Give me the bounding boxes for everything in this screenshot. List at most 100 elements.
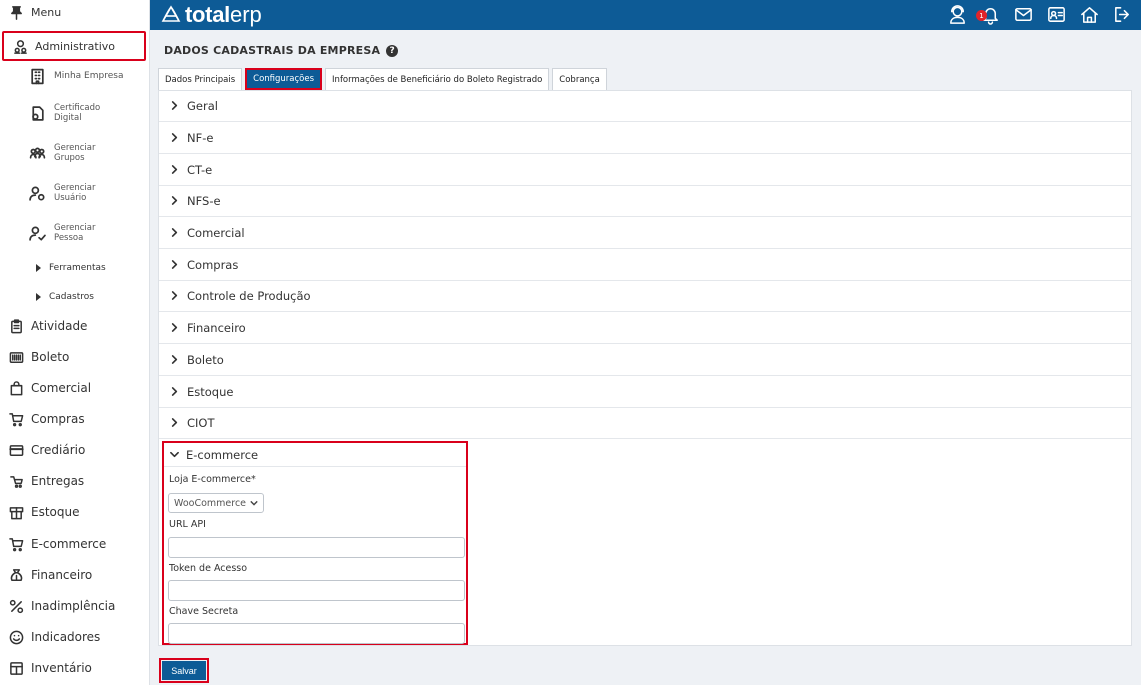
sidebar-sub-grupos[interactable]: Gerenciar Grupos [0, 141, 150, 165]
section-label: NF-e [187, 131, 214, 145]
sidebar-item-label: Financeiro [31, 568, 93, 582]
chevron-right-icon [170, 226, 179, 240]
sidebar-tree-cadastros[interactable]: Cadastros [0, 288, 150, 306]
token-acesso-label: Token de Acesso [169, 563, 248, 574]
sidebar-item-label: Inadimplência [31, 599, 116, 613]
group-icon [28, 144, 46, 162]
section-ecommerce-expanded: E-commerce Loja E-commerce* WooCommerce … [162, 441, 468, 645]
chevron-right-icon [170, 163, 179, 177]
chevron-right-icon [170, 194, 179, 208]
sidebar-sub-label: Minha Empresa [54, 71, 124, 81]
sidebar-item-estoque[interactable]: Estoque [0, 502, 150, 522]
logo-symbol-icon [161, 5, 181, 22]
chevron-right-icon [170, 385, 179, 399]
sidebar-item-label: Atividade [31, 319, 88, 333]
main-content: DADOS CADASTRAIS DA EMPRESA ? Dados Prin… [150, 30, 1141, 685]
help-icon[interactable]: ? [386, 44, 399, 57]
sidebar-item-inventario[interactable]: Inventário [0, 658, 150, 678]
pin-icon [8, 4, 24, 20]
tab-cobranca[interactable]: Cobrança [552, 68, 607, 90]
notification-badge: 1 [976, 10, 987, 21]
section-nfse[interactable]: NFS-e [159, 186, 1131, 217]
section-label: Compras [187, 258, 239, 272]
sidebar-sub-pessoa[interactable]: Gerenciar Pessoa [0, 221, 150, 245]
config-panel: Geral NF-e CT-e NFS-e Comercial Compras … [158, 90, 1132, 646]
header-actions: 1 [947, 4, 1133, 28]
label-line-2: Usuário [54, 193, 87, 203]
notifications-button[interactable]: 1 [976, 4, 1001, 28]
label-line-1: Gerenciar [54, 223, 96, 233]
page-title: DADOS CADASTRAIS DA EMPRESA ? [164, 44, 399, 57]
section-estoque[interactable]: Estoque [159, 377, 1131, 408]
section-comercial[interactable]: Comercial [159, 218, 1131, 249]
chevron-right-icon [170, 353, 179, 367]
sidebar-item-indicadores[interactable]: Indicadores [0, 627, 150, 647]
inventory-icon [8, 660, 24, 676]
section-nfe[interactable]: NF-e [159, 123, 1131, 154]
top-header: total erp 1 [150, 0, 1141, 30]
loja-ecommerce-select[interactable]: WooCommerce [168, 493, 264, 513]
section-label: Estoque [187, 385, 234, 399]
sidebar-item-label: Crediário [31, 443, 86, 457]
sidebar-item-label: Administrativo [35, 39, 116, 53]
sidebar-item-ecommerce[interactable]: E-commerce [0, 534, 150, 554]
expand-triangle-icon [36, 264, 41, 272]
section-label: CIOT [187, 416, 215, 430]
mail-icon[interactable] [1013, 4, 1034, 28]
section-ciot[interactable]: CIOT [159, 408, 1131, 439]
chevron-right-icon [170, 289, 179, 303]
section-compras[interactable]: Compras [159, 250, 1131, 281]
section-ecommerce-header[interactable]: E-commerce [164, 443, 466, 467]
sidebar-item-inadimplencia[interactable]: Inadimplência [0, 596, 150, 616]
section-label: NFS-e [187, 194, 221, 208]
sidebar-item-boleto[interactable]: Boleto [0, 347, 150, 367]
save-button-highlight: Salvar [159, 658, 209, 683]
tab-beneficiario-boleto[interactable]: Informações de Beneficiário do Boleto Re… [325, 68, 550, 90]
section-label: Controle de Produção [187, 289, 311, 303]
section-boleto[interactable]: Boleto [159, 345, 1131, 376]
section-label: Boleto [187, 353, 224, 367]
logout-icon[interactable] [1112, 4, 1133, 28]
sidebar-sub-minha-empresa[interactable]: Minha Empresa [0, 66, 150, 86]
tab-bar: Dados Principais Configurações Informaçõ… [158, 68, 607, 90]
chevron-right-icon [170, 416, 179, 430]
totalerp-logo[interactable]: total erp [160, 1, 262, 29]
url-api-input[interactable] [168, 537, 465, 558]
sidebar-item-label: E-commerce [31, 537, 107, 551]
sidebar-tree-ferramentas[interactable]: Ferramentas [0, 259, 150, 277]
section-cte[interactable]: CT-e [159, 155, 1131, 186]
sidebar-item-compras[interactable]: Compras [0, 409, 150, 429]
section-financeiro[interactable]: Financeiro [159, 313, 1131, 344]
sidebar-sub-usuario[interactable]: Gerenciar Usuário [0, 181, 150, 205]
token-acesso-input[interactable] [168, 580, 465, 601]
section-label: CT-e [187, 163, 213, 177]
sidebar-sub-certificado[interactable]: Certificado Digital [0, 101, 150, 125]
select-value: WooCommerce [174, 497, 247, 509]
sidebar-item-comercial[interactable]: Comercial [0, 378, 150, 398]
sidebar-menu-toggle[interactable]: Menu [0, 2, 150, 22]
chevron-right-icon [170, 258, 179, 272]
page-title-text: DADOS CADASTRAIS DA EMPRESA [164, 44, 381, 57]
label-line-2: Pessoa [54, 233, 84, 243]
section-label: Financeiro [187, 321, 246, 335]
chevron-down-icon [170, 448, 179, 462]
sidebar-item-entregas[interactable]: Entregas [0, 471, 150, 491]
chave-secreta-input[interactable] [168, 623, 465, 644]
tab-configuracoes[interactable]: Configurações [245, 68, 323, 90]
section-label: Geral [187, 99, 218, 113]
sidebar-item-crediario[interactable]: Crediário [0, 440, 150, 460]
logo-text-thin: erp [229, 2, 262, 27]
tab-dados-principais[interactable]: Dados Principais [158, 68, 243, 90]
sidebar-item-financeiro[interactable]: Financeiro [0, 565, 150, 585]
save-button[interactable]: Salvar [162, 661, 206, 680]
delivery-icon [8, 473, 24, 489]
credit-card-icon [8, 442, 24, 458]
home-icon[interactable] [1079, 4, 1100, 28]
id-card-icon[interactable] [1046, 4, 1067, 28]
sidebar-item-administrativo[interactable]: Administrativo [2, 31, 146, 61]
section-controle-producao[interactable]: Controle de Produção [159, 281, 1131, 312]
support-agent-icon[interactable] [947, 4, 968, 28]
sidebar-item-atividade[interactable]: Atividade [0, 316, 150, 336]
section-geral[interactable]: Geral [159, 91, 1131, 122]
menu-label: Menu [31, 5, 62, 19]
